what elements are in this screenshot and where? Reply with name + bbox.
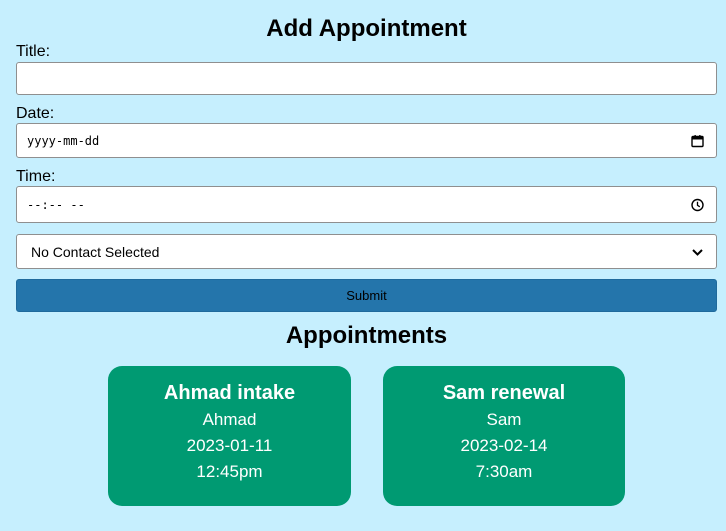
- appointment-card: Sam renewal Sam 2023-02-14 7:30am: [383, 366, 625, 506]
- add-appointment-heading: Add Appointment: [266, 15, 467, 42]
- appointment-contact: Sam: [486, 410, 522, 429]
- contact-select-value: No Contact Selected: [31, 243, 160, 260]
- appointment-date: 2023-01-11: [186, 436, 273, 455]
- title-input[interactable]: [16, 62, 717, 95]
- title-label: Title:: [16, 43, 51, 60]
- date-input[interactable]: yyyy-mm-dd: [16, 123, 717, 158]
- time-input[interactable]: --:-- --: [16, 186, 717, 223]
- time-label: Time:: [16, 168, 56, 185]
- submit-button[interactable]: Submit: [16, 279, 717, 312]
- appointment-contact: Ahmad: [202, 410, 257, 429]
- contact-select[interactable]: No Contact Selected: [16, 234, 717, 269]
- appointment-time: 7:30am: [475, 462, 533, 481]
- appointment-date: 2023-02-14: [460, 436, 548, 455]
- clock-icon[interactable]: [691, 198, 704, 211]
- chevron-down-icon: [692, 248, 703, 256]
- appointment-title: Ahmad intake: [163, 382, 296, 404]
- appointment-card: Ahmad intake Ahmad 2023-01-11 12:45pm: [108, 366, 351, 506]
- time-input-placeholder: --:-- --: [27, 197, 85, 212]
- calendar-icon[interactable]: [691, 134, 704, 147]
- appointments-heading: Appointments: [285, 322, 448, 349]
- appointment-time: 12:45pm: [196, 462, 263, 481]
- date-input-placeholder: yyyy-mm-dd: [27, 133, 100, 148]
- date-label: Date:: [16, 105, 55, 122]
- appointment-title: Sam renewal: [442, 382, 566, 404]
